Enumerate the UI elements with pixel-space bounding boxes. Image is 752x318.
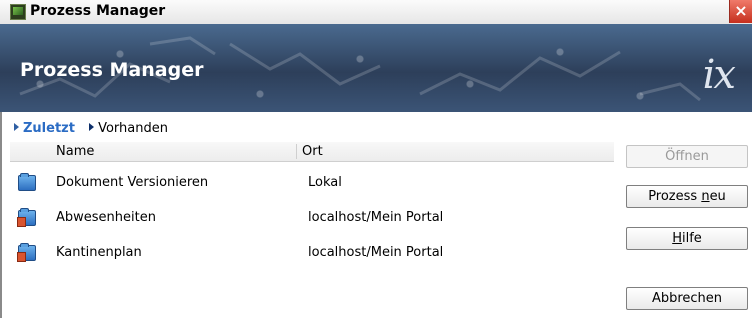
column-header-ort[interactable]: Ort (302, 144, 323, 159)
view-tabs: Zuletzt Vorhanden (14, 121, 178, 139)
open-button[interactable]: Öffnen (626, 145, 748, 168)
portal-folder-icon (17, 208, 36, 227)
list-row[interactable]: Kantinenplan localhost/Mein Portal (10, 241, 614, 265)
list-row[interactable]: Dokument Versionieren Lokal (10, 171, 614, 195)
row-location: localhost/Mein Portal (308, 210, 444, 225)
title-bar: Prozess Manager × (0, 0, 752, 25)
row-name: Dokument Versionieren (56, 175, 209, 190)
process-list[interactable]: Name Ort Dokument Versionieren Lokal Abw… (10, 142, 614, 318)
window-edge (0, 112, 2, 318)
row-name: Abwesenheiten (56, 210, 156, 225)
cancel-button[interactable]: Abbrechen (626, 287, 748, 310)
column-divider[interactable] (296, 144, 297, 159)
close-button[interactable]: × (729, 0, 752, 23)
folder-icon (18, 173, 36, 191)
window-title: Prozess Manager (30, 3, 166, 19)
help-button[interactable]: Hilfe (626, 227, 748, 250)
new-process-button[interactable]: Prozess neu (626, 185, 748, 208)
portal-folder-icon (17, 243, 36, 262)
banner-title: Prozess Manager (20, 59, 204, 81)
ix-logo: ix (702, 52, 736, 98)
triangle-right-icon (14, 123, 19, 131)
tab-zuletzt[interactable]: Zuletzt (14, 121, 75, 136)
row-location: localhost/Mein Portal (308, 245, 444, 260)
tab-vorhanden[interactable]: Vorhanden (89, 121, 168, 136)
triangle-right-icon (89, 123, 95, 131)
row-location: Lokal (308, 175, 342, 190)
column-header-name[interactable]: Name (56, 144, 94, 159)
row-name: Kantinenplan (56, 245, 142, 260)
app-icon (10, 4, 26, 20)
header-banner: Prozess Manager ix (0, 24, 752, 112)
list-header: Name Ort (10, 142, 614, 162)
list-row[interactable]: Abwesenheiten localhost/Mein Portal (10, 206, 614, 230)
